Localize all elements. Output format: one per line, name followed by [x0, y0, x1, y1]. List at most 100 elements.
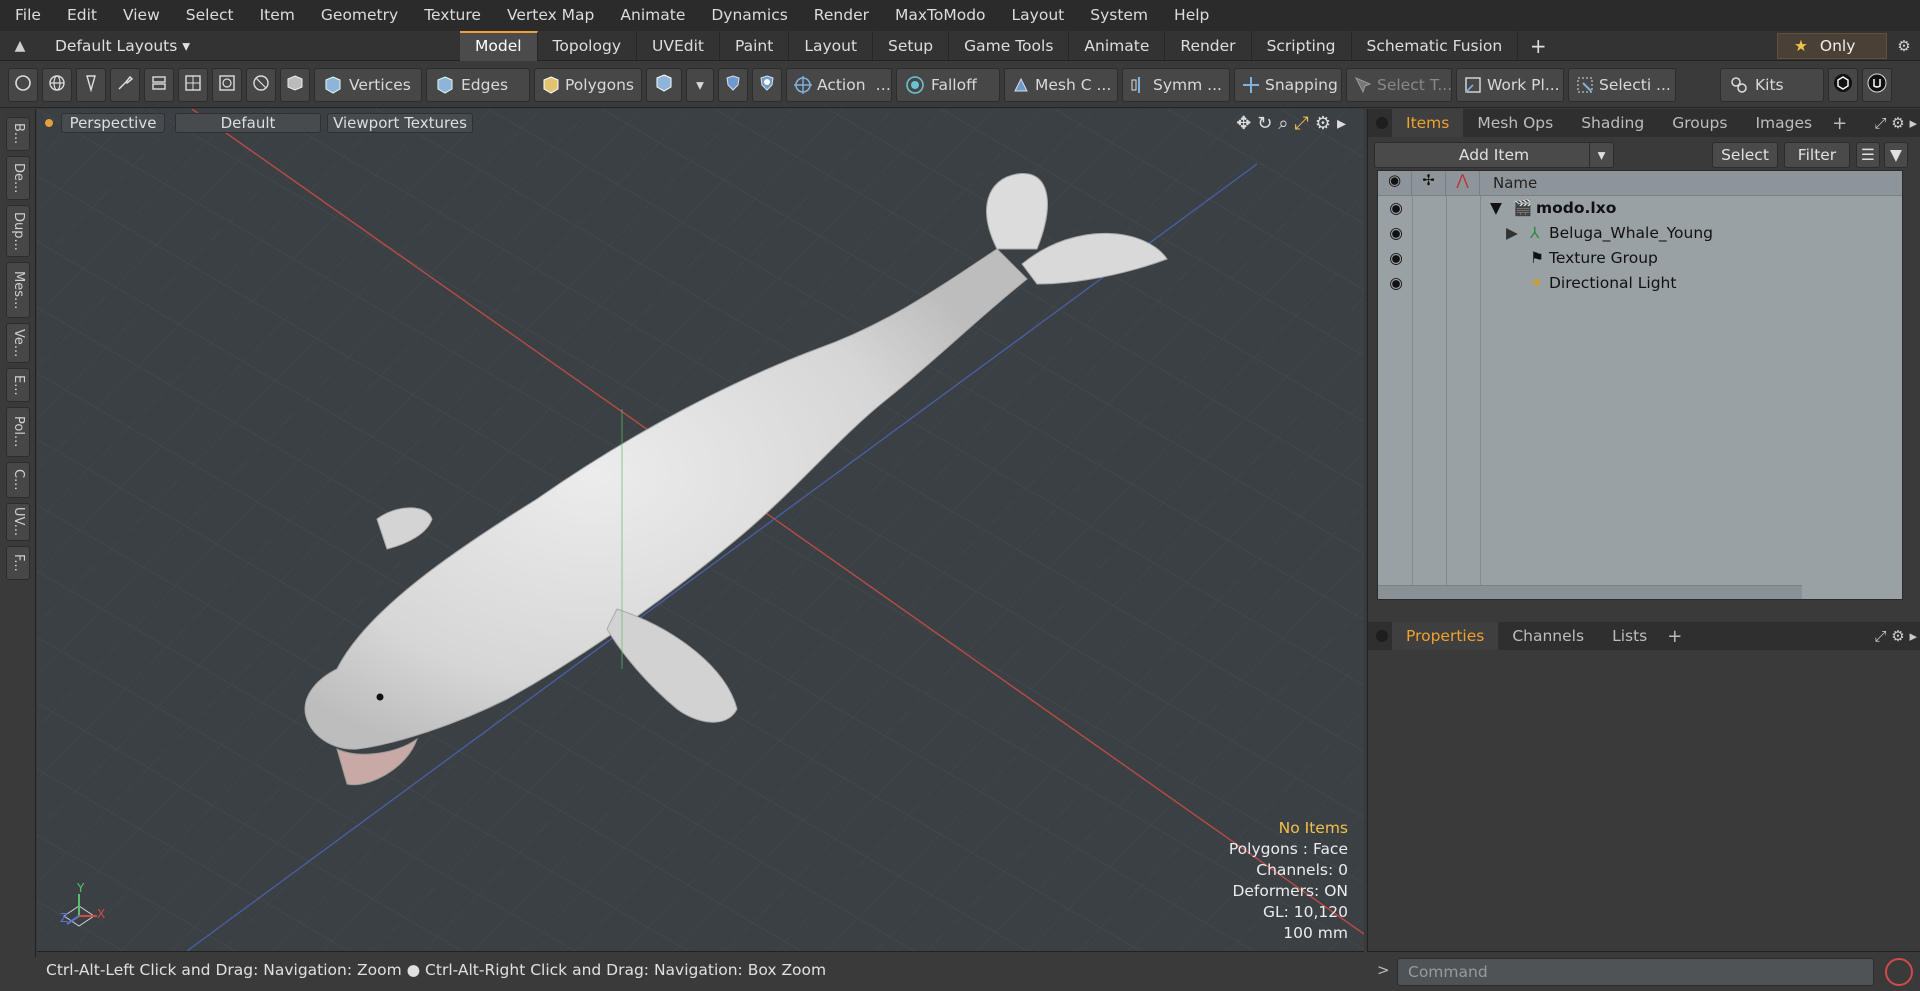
left-tab-curve[interactable]: C...: [6, 462, 30, 498]
layouts-dropdown[interactable]: Default Layouts ▾: [40, 37, 190, 55]
3d-viewport[interactable]: Y X Z Perspective Default Viewport Textu…: [37, 109, 1364, 951]
tab-setup[interactable]: Setup: [873, 31, 950, 61]
record-icon[interactable]: [1885, 958, 1913, 986]
snapping-button[interactable]: Snapping: [1234, 67, 1342, 102]
menu-system[interactable]: System: [1077, 0, 1161, 31]
select-circle-button[interactable]: [8, 67, 38, 102]
menu-texture[interactable]: Texture: [411, 0, 494, 31]
maximize-view-icon[interactable]: ⤢: [1294, 113, 1308, 134]
tab-items[interactable]: Items: [1392, 109, 1464, 137]
menu-select[interactable]: Select: [173, 0, 247, 31]
funnel-filter-icon[interactable]: ▼: [1884, 142, 1908, 168]
menu-help[interactable]: Help: [1161, 0, 1222, 31]
soccer-button[interactable]: [752, 67, 782, 102]
tab-shading[interactable]: Shading: [1567, 109, 1658, 137]
menu-layout[interactable]: Layout: [999, 0, 1078, 31]
only-button[interactable]: ★ Only: [1777, 33, 1887, 59]
left-tab-fusion[interactable]: F...: [6, 546, 30, 580]
tab-game-tools[interactable]: Game Tools: [949, 31, 1070, 61]
collapsed-arrow-icon[interactable]: ▶: [1506, 221, 1518, 246]
horizontal-scrollbar[interactable]: [1378, 585, 1802, 599]
left-tab-deform[interactable]: De...: [6, 156, 30, 200]
tool-button-7[interactable]: [212, 67, 242, 102]
view-perspective-button[interactable]: Perspective: [61, 113, 165, 133]
eye-icon[interactable]: ◉: [1385, 246, 1407, 271]
menu-render[interactable]: Render: [801, 0, 882, 31]
eye-icon[interactable]: ◉: [1385, 271, 1407, 296]
viewport-gear-icon[interactable]: ⚙: [1315, 113, 1331, 134]
collapse-up-icon[interactable]: ▲: [0, 38, 40, 54]
select-through-button[interactable]: Select T...: [1346, 67, 1452, 102]
select-button[interactable]: Select: [1712, 142, 1778, 168]
menu-vertex-map[interactable]: Vertex Map: [494, 0, 607, 31]
move-view-icon[interactable]: ✥: [1236, 113, 1251, 134]
kits-button[interactable]: Kits: [1720, 67, 1824, 102]
tab-model[interactable]: Model: [460, 31, 538, 61]
item-list-tree[interactable]: ◉ ✢ ⋀ Name ◉ ▼ 🎬 modo.lxo ◉ ▶ ⅄ Beluga_W…: [1377, 170, 1903, 600]
mode-dropdown-button[interactable]: ▾: [686, 67, 714, 102]
menu-file[interactable]: File: [0, 0, 54, 31]
action-center-button[interactable]: Action…: [786, 67, 892, 102]
tab-channels[interactable]: Channels: [1498, 622, 1598, 650]
left-tab-mesh-edit[interactable]: Mes...: [6, 262, 30, 318]
panel-gear-icon[interactable]: ⚙: [1891, 627, 1904, 645]
tree-row-scene[interactable]: ◉ ▼ 🎬 modo.lxo: [1378, 196, 1902, 221]
left-tab-basic[interactable]: B...: [6, 117, 30, 151]
polygons-button[interactable]: Polygons: [534, 67, 642, 102]
globe-button[interactable]: [42, 67, 72, 102]
tab-render[interactable]: Render: [1165, 31, 1252, 61]
gear-icon[interactable]: ⚙: [1888, 31, 1920, 61]
zoom-view-icon[interactable]: ⌕: [1278, 113, 1288, 134]
expand-arrow-icon[interactable]: ▼: [1490, 196, 1502, 221]
menu-item[interactable]: Item: [247, 0, 308, 31]
visibility-column-eye-icon[interactable]: ◉: [1378, 171, 1412, 196]
left-tab-duplicate[interactable]: Dup...: [6, 205, 30, 257]
symmetry-button[interactable]: Symm ...: [1122, 67, 1230, 102]
tab-topology[interactable]: Topology: [538, 31, 637, 61]
eye-icon[interactable]: ◉: [1385, 196, 1407, 221]
tab-scripting[interactable]: Scripting: [1252, 31, 1352, 61]
menu-dynamics[interactable]: Dynamics: [698, 0, 800, 31]
panel-arrow-icon[interactable]: ▸: [1909, 627, 1917, 645]
tab-animate[interactable]: Animate: [1069, 31, 1166, 61]
unity-button[interactable]: [1828, 67, 1858, 102]
tool-button-6[interactable]: [178, 67, 208, 102]
filter-button[interactable]: Filter: [1784, 142, 1850, 168]
unreal-button[interactable]: [1862, 67, 1892, 102]
add-tab-icon[interactable]: +: [1518, 31, 1558, 61]
selection-sets-button[interactable]: Selecti ...: [1568, 67, 1676, 102]
tool-button-8[interactable]: [246, 67, 276, 102]
viewport-textures-button[interactable]: Viewport Textures: [327, 113, 473, 133]
item-mode-button[interactable]: [280, 67, 310, 102]
menu-maxtomodo[interactable]: MaxToModo: [882, 0, 999, 31]
tree-row-light[interactable]: ◉ ✦ Directional Light: [1378, 271, 1902, 296]
tab-groups[interactable]: Groups: [1658, 109, 1741, 137]
menu-view[interactable]: View: [110, 0, 173, 31]
expand-panel-icon[interactable]: ⤢: [1874, 114, 1886, 132]
name-column-header[interactable]: Name: [1493, 171, 1537, 196]
tab-layout[interactable]: Layout: [789, 31, 874, 61]
pen-tool-button[interactable]: [76, 67, 106, 102]
tab-lists[interactable]: Lists: [1598, 622, 1661, 650]
left-tab-uv[interactable]: UV...: [6, 503, 30, 541]
tab-properties[interactable]: Properties: [1392, 622, 1499, 650]
tab-mesh-ops[interactable]: Mesh Ops: [1463, 109, 1567, 137]
edges-button[interactable]: Edges: [426, 67, 530, 102]
tab-images[interactable]: Images: [1741, 109, 1826, 137]
left-tab-edge[interactable]: E...: [6, 368, 30, 402]
viewport-menu-arrow-icon[interactable]: ▸: [1337, 113, 1346, 134]
symmetry-shield-button[interactable]: [718, 67, 748, 102]
tab-paint[interactable]: Paint: [720, 31, 790, 61]
tree-row-texture-group[interactable]: ◉ ⚑ Texture Group: [1378, 246, 1902, 271]
add-panel-tab-icon[interactable]: +: [1661, 626, 1688, 647]
render-column-icon[interactable]: ⋀: [1446, 171, 1480, 196]
add-panel-tab-icon[interactable]: +: [1826, 113, 1853, 134]
tree-row-mesh[interactable]: ◉ ▶ ⅄ Beluga_Whale_Young: [1378, 221, 1902, 246]
brush-tool-button[interactable]: [110, 67, 140, 102]
lock-column-icon[interactable]: ✢: [1412, 171, 1446, 196]
menu-geometry[interactable]: Geometry: [308, 0, 411, 31]
falloff-button[interactable]: Falloff: [896, 67, 1000, 102]
shading-default-button[interactable]: Default: [175, 113, 321, 133]
panel-gear-icon[interactable]: ⚙: [1891, 114, 1904, 132]
command-input[interactable]: Command: [1397, 958, 1874, 986]
